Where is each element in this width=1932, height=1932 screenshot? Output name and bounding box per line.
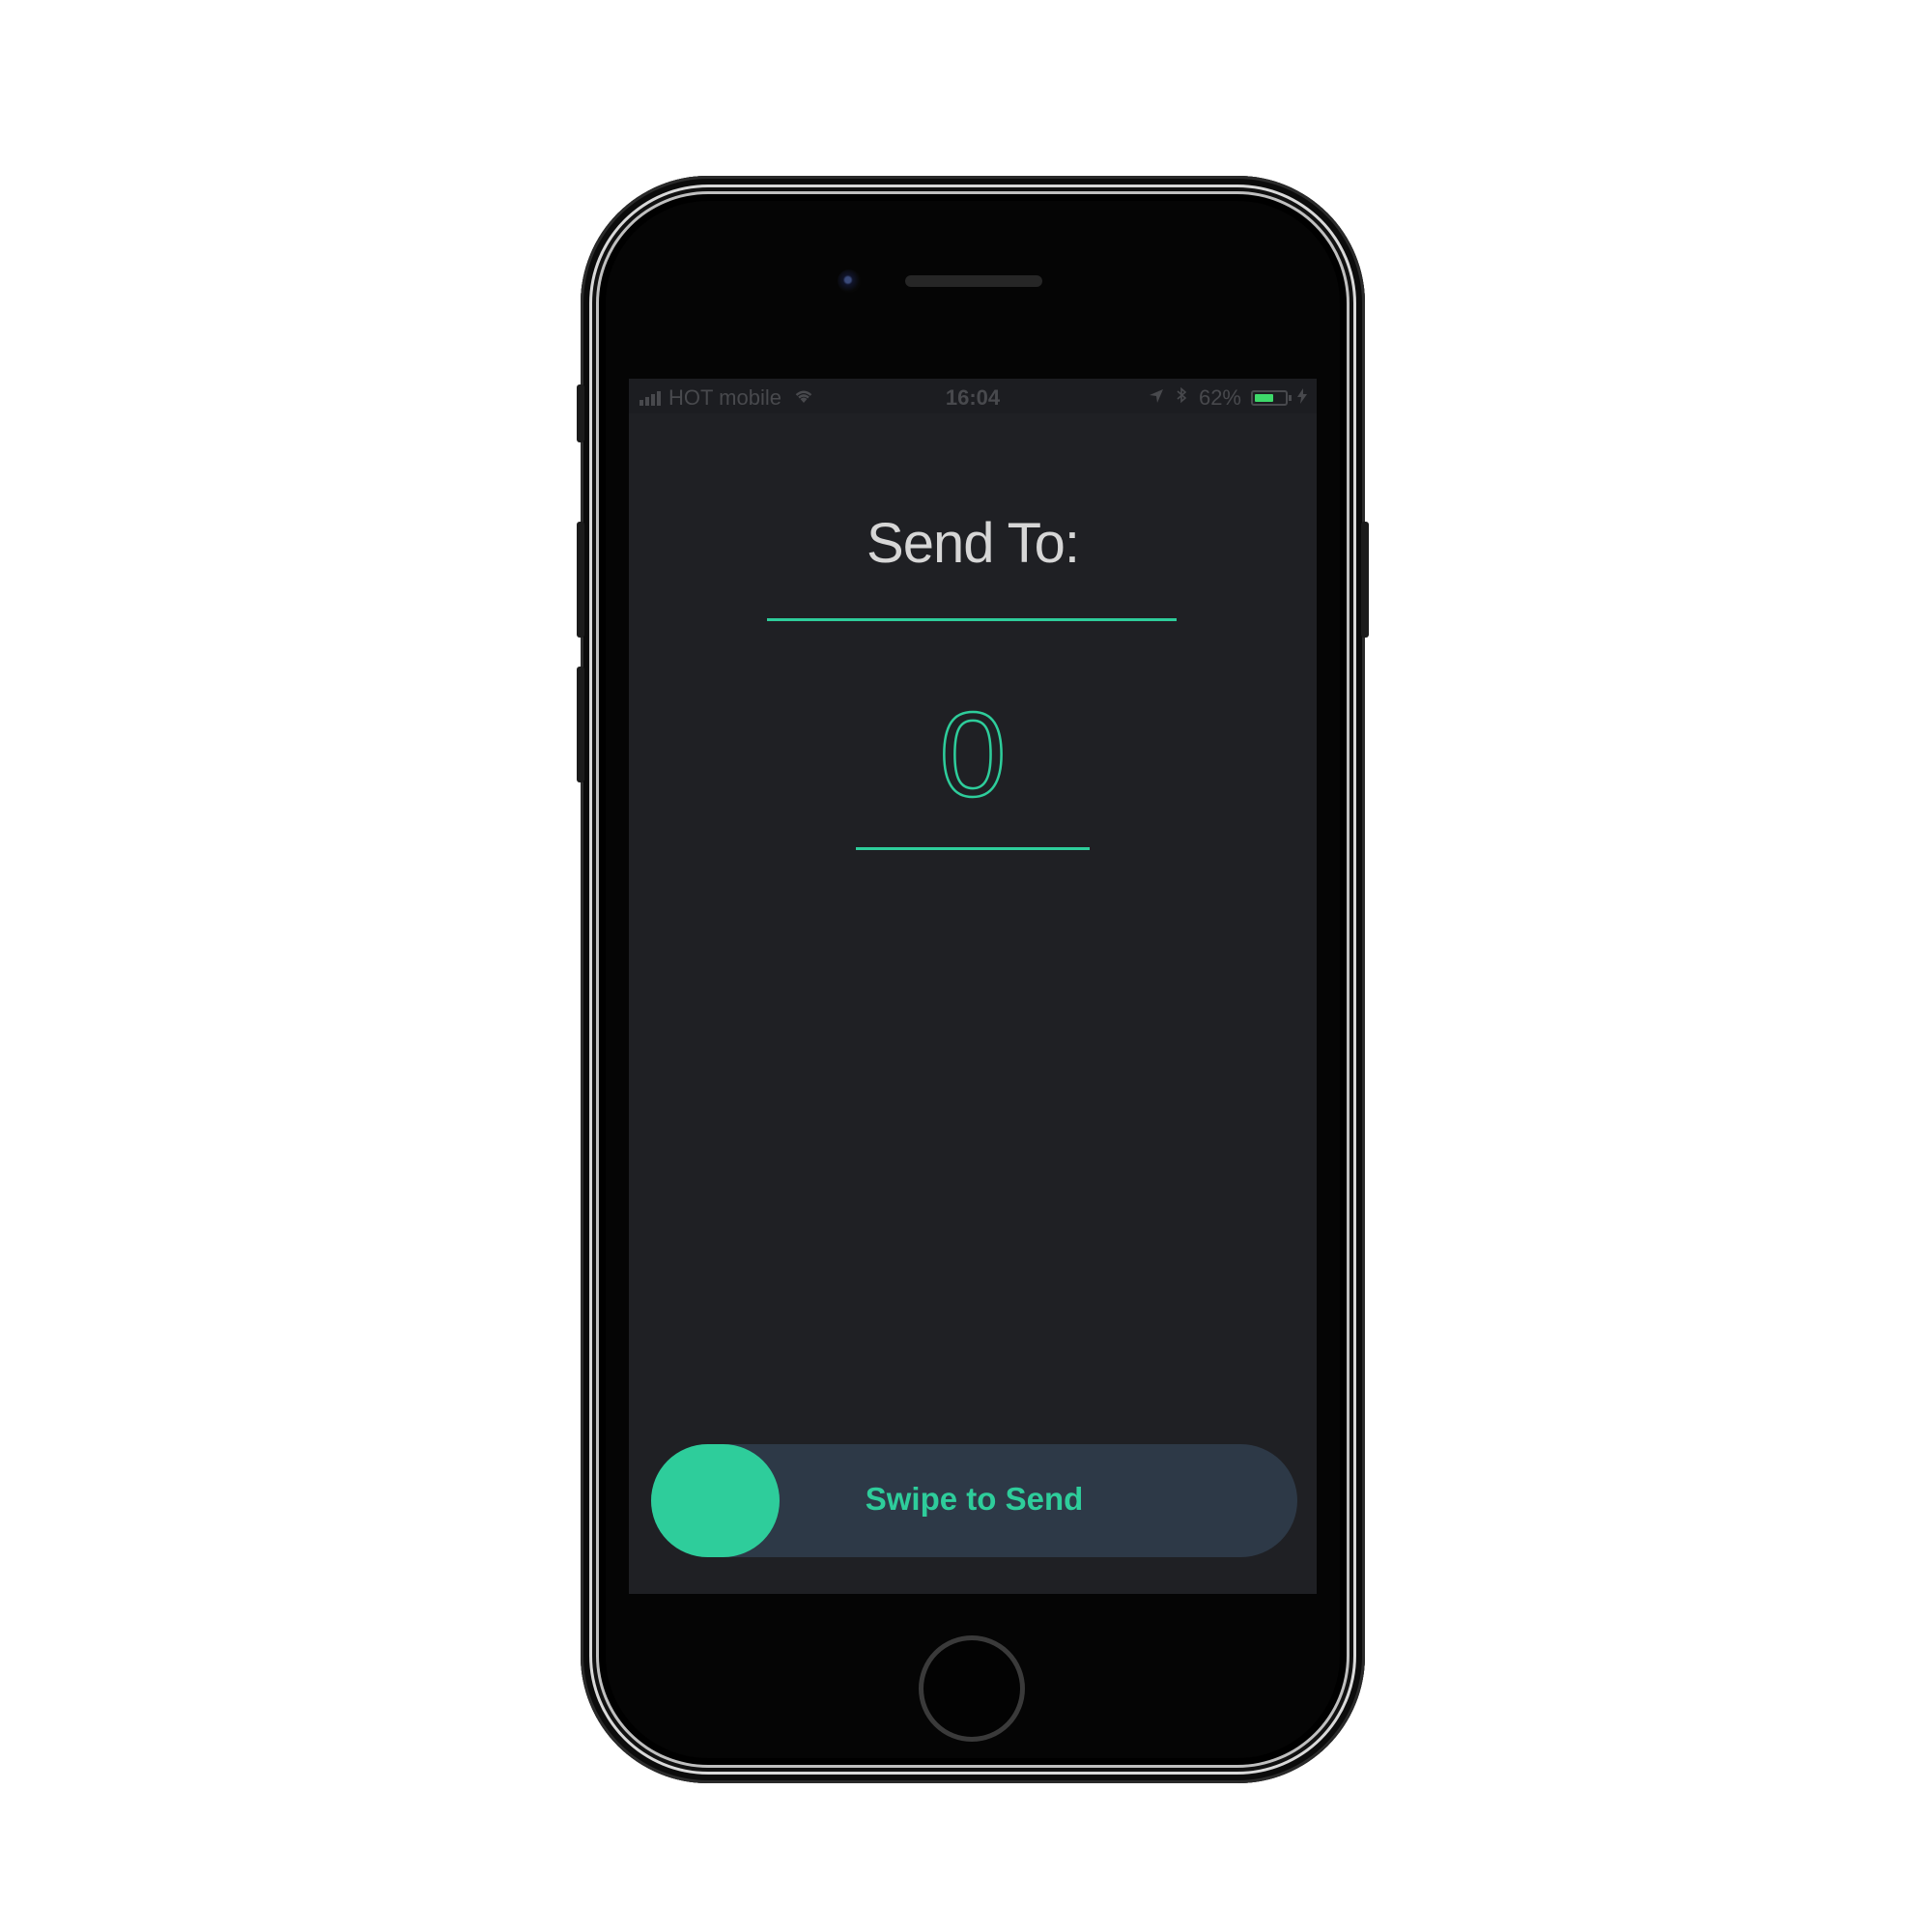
home-button[interactable] bbox=[919, 1635, 1025, 1742]
battery-icon bbox=[1251, 390, 1292, 406]
swipe-handle[interactable] bbox=[651, 1444, 780, 1557]
battery-cap bbox=[1289, 395, 1292, 401]
power-button bbox=[1361, 522, 1369, 638]
front-camera bbox=[838, 270, 861, 293]
charging-bolt-icon bbox=[1297, 387, 1307, 409]
battery-fill bbox=[1255, 394, 1273, 402]
status-right: 62% bbox=[1149, 385, 1307, 411]
amount-input-underline bbox=[856, 847, 1090, 850]
amount-input[interactable]: 0 bbox=[629, 695, 1317, 817]
send-to-label: Send To: bbox=[867, 512, 1080, 575]
volume-up-button bbox=[577, 522, 584, 638]
bluetooth-icon bbox=[1176, 386, 1187, 410]
recipient-input-underline[interactable] bbox=[767, 618, 1177, 621]
app-screen: HOT mobile 16:04 62% Send To: 0 Swipe to… bbox=[629, 379, 1317, 1594]
volume-down-button bbox=[577, 667, 584, 782]
status-bar: HOT mobile 16:04 62% bbox=[629, 379, 1317, 413]
swipe-to-send-slider[interactable]: Swipe to Send bbox=[651, 1444, 1297, 1557]
battery-percent: 62% bbox=[1198, 385, 1241, 410]
earpiece-speaker bbox=[905, 275, 1042, 287]
mockup-stage: HOT mobile 16:04 62% Send To: 0 Swipe to… bbox=[0, 0, 1932, 1932]
mute-switch bbox=[577, 384, 584, 442]
location-icon bbox=[1149, 387, 1164, 410]
